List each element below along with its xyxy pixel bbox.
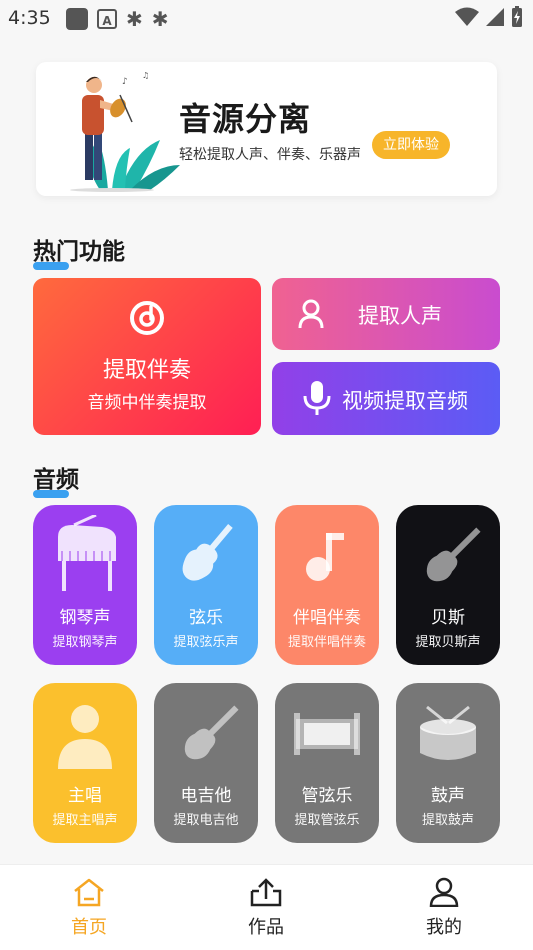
banner-title: 音源分离 [179, 100, 312, 138]
keyboard-a-icon: A [97, 9, 117, 29]
nav-works-label: 作品 [248, 917, 284, 938]
tile-backing-vocals[interactable]: 伴唱伴奏 提取伴唱伴奏 [275, 505, 379, 665]
try-now-button[interactable]: 立即体验 [372, 131, 450, 159]
tile-lead-vocal[interactable]: 主唱 提取主唱声 [33, 683, 137, 843]
nav-home-label: 首页 [71, 917, 107, 938]
violinist-illustration-icon: ♪ ♫ [70, 71, 180, 192]
status-bar: 4:35 A ✱ ✱ [0, 0, 533, 38]
microphone-icon [303, 381, 331, 415]
signal-icon [486, 8, 504, 26]
extract-accompaniment-subtitle: 音频中伴奏提取 [87, 393, 207, 413]
home-icon [74, 878, 104, 907]
drum-icon [420, 705, 476, 760]
banner-subtitle: 轻松提取人声、伴奏、乐器声 [179, 147, 361, 163]
status-notification-icons: A ✱ ✱ [66, 7, 169, 31]
debug-icon-2: ✱ [151, 7, 169, 31]
hot-features-heading: 热门功能 [33, 232, 125, 270]
video-extract-audio-title: 视频提取音频 [342, 389, 468, 413]
nav-works[interactable]: 作品 [216, 877, 316, 939]
tile-strings[interactable]: 弦乐 提取弦乐声 [154, 505, 258, 665]
tile-desc: 提取电吉他 [173, 813, 239, 828]
user-icon [429, 877, 459, 908]
tile-name: 贝斯 [431, 608, 465, 628]
tile-desc: 提取贝斯声 [415, 635, 481, 650]
tile-name: 管弦乐 [301, 786, 353, 806]
music-note-icon [306, 533, 344, 581]
orchestra-icon [294, 713, 360, 755]
violin-icon [182, 523, 233, 581]
extract-accompaniment-title: 提取伴奏 [102, 358, 191, 383]
nav-profile[interactable]: 我的 [394, 877, 494, 939]
tile-desc: 提取钢琴声 [52, 635, 118, 650]
tile-desc: 提取管弦乐 [294, 813, 360, 828]
video-extract-audio-card[interactable]: 视频提取音频 [272, 362, 500, 435]
wifi-icon [455, 7, 479, 26]
debug-icon: ✱ [126, 7, 143, 31]
tile-electric-guitar[interactable]: 电吉他 提取电吉他 [154, 683, 258, 843]
svg-text:♫: ♫ [142, 71, 149, 80]
tile-desc: 提取主唱声 [52, 813, 118, 828]
bottom-navigation: 首页 作品 我的 [0, 864, 533, 950]
svg-text:♪: ♪ [122, 77, 128, 87]
nav-profile-label: 我的 [426, 917, 462, 938]
battery-icon [512, 6, 522, 27]
tile-name: 主唱 [68, 786, 102, 806]
status-system-icons [455, 6, 523, 28]
source-separation-banner[interactable]: ♪ ♫ 音源分离 轻松提取人声、伴奏、乐器声 立即体验 [36, 62, 497, 196]
music-disc-icon [130, 301, 164, 335]
upload-tray-icon [250, 878, 282, 907]
tile-desc: 提取伴唱伴奏 [287, 635, 366, 650]
tile-name: 鼓声 [431, 786, 465, 806]
tile-piano[interactable]: 钢琴声 提取钢琴声 [33, 505, 137, 665]
tile-name: 弦乐 [189, 608, 223, 628]
tile-desc: 提取鼓声 [421, 813, 474, 828]
tile-name: 电吉他 [180, 786, 232, 806]
tile-drums[interactable]: 鼓声 提取鼓声 [396, 683, 500, 843]
extract-vocal-title: 提取人声 [358, 304, 442, 328]
tile-name: 钢琴声 [59, 608, 111, 628]
nav-home[interactable]: 首页 [39, 877, 139, 939]
singer-icon [58, 705, 112, 769]
extract-vocal-card[interactable]: 提取人声 [272, 278, 500, 350]
bass-guitar-icon [426, 527, 481, 582]
tile-orchestra[interactable]: 管弦乐 提取管弦乐 [275, 683, 379, 843]
extract-accompaniment-card[interactable]: 提取伴奏 音频中伴奏提取 [33, 278, 261, 435]
app-notification-icon [66, 8, 88, 30]
status-time: 4:35 [8, 7, 51, 29]
piano-icon [58, 515, 116, 591]
person-icon [298, 299, 324, 329]
electric-guitar-icon [184, 705, 239, 760]
audio-heading: 音频 [33, 460, 79, 498]
tile-desc: 提取弦乐声 [173, 635, 239, 650]
tile-bass[interactable]: 贝斯 提取贝斯声 [396, 505, 500, 665]
tile-name: 伴唱伴奏 [293, 608, 361, 628]
